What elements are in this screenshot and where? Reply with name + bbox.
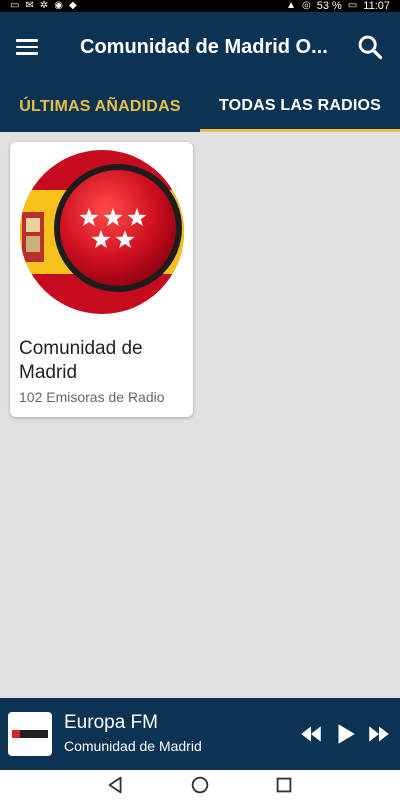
- app-bar: Comunidad de Madrid O... ÚLTIMAS AÑADIDA…: [0, 12, 400, 132]
- rewind-icon[interactable]: [298, 721, 324, 747]
- system-nav-bar: [0, 770, 400, 800]
- signal-icon: ▲: [286, 0, 297, 11]
- back-icon[interactable]: [105, 774, 127, 796]
- tab-bar: ÚLTIMAS AÑADIDAS TODAS LAS RADIOS: [0, 82, 400, 132]
- madrid-flag-icon: [20, 150, 184, 314]
- now-playing-station: Europa FM: [64, 712, 158, 733]
- play-icon[interactable]: [332, 721, 358, 747]
- app-icon: ◉: [54, 0, 63, 11]
- tab-latest-added[interactable]: ÚLTIMAS AÑADIDAS: [0, 82, 200, 132]
- menu-icon[interactable]: [16, 31, 48, 63]
- app-icon: ◆: [68, 0, 77, 11]
- battery-icon: ▭: [347, 0, 358, 11]
- toolbar: Comunidad de Madrid O...: [0, 12, 400, 82]
- search-icon[interactable]: [356, 33, 384, 61]
- home-icon[interactable]: [189, 774, 211, 796]
- notification-icon: ▭: [10, 0, 20, 11]
- status-bar: ▭ ✉ ✲ ◉ ◆ ▲ ◎ 53 % ▭ 11:07: [0, 0, 400, 12]
- page-title: Comunidad de Madrid O...: [80, 35, 328, 58]
- europa-fm-logo-icon[interactable]: [8, 712, 52, 756]
- recents-icon[interactable]: [273, 774, 295, 796]
- card-subtitle: 102 Emisoras de Radio: [19, 389, 165, 405]
- fast-forward-icon[interactable]: [366, 721, 392, 747]
- radio-grid: Comunidad de Madrid 102 Emisoras de Radi…: [0, 132, 400, 698]
- mail-icon: ✉: [25, 0, 34, 11]
- card-title: Comunidad de Madrid: [19, 338, 143, 383]
- now-playing-bar[interactable]: Europa FM Comunidad de Madrid: [0, 698, 400, 770]
- region-card[interactable]: Comunidad de Madrid 102 Emisoras de Radi…: [10, 142, 193, 417]
- battery-percent: 53 %: [316, 0, 342, 12]
- now-playing-region: Comunidad de Madrid: [64, 738, 202, 754]
- eye-icon: ◎: [302, 0, 311, 11]
- settings-icon: ✲: [39, 0, 49, 11]
- tab-all-radios[interactable]: TODAS LAS RADIOS: [200, 82, 400, 132]
- clock: 11:07: [363, 0, 390, 12]
